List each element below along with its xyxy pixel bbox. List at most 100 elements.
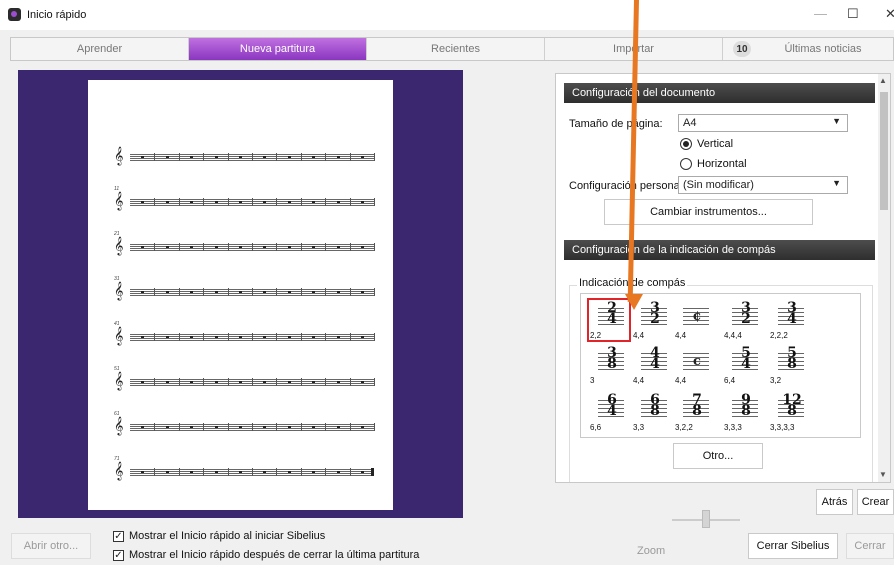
time-sig-option[interactable]: 6 8 3,3: [632, 392, 672, 432]
beam-grouping: 4,4: [675, 376, 687, 385]
treble-clef-icon: 𝄞: [114, 191, 124, 210]
beam-grouping: 2,2,2: [770, 331, 788, 340]
orientation-vertical-radio[interactable]: [680, 138, 692, 150]
orientation-vertical-label: Vertical: [697, 138, 734, 150]
treble-clef-icon: 𝄞: [114, 416, 124, 435]
maximize-button[interactable]: ☐: [847, 6, 859, 22]
measure-number: 71: [114, 456, 120, 462]
time-sig-fraction: 44: [650, 345, 660, 372]
score-staff: 𝄞 61: [114, 411, 375, 435]
time-sig-symbol: c: [693, 354, 701, 369]
score-preview: 𝄞 𝄞 11 𝄞 21 𝄞 31 𝄞 41 𝄞 51 𝄞 61 𝄞 71: [18, 70, 463, 518]
time-sig-option[interactable]: 9 8 3,3,3: [723, 392, 763, 432]
time-sig-option[interactable]: 5 4 6,4: [723, 345, 763, 385]
page-size-label: Tamaño de página:: [569, 118, 663, 130]
time-sig-fraction: 32: [741, 300, 751, 327]
treble-clef-icon: 𝄞: [114, 461, 124, 480]
tab-ultimas-noticias-label: Últimas noticias: [784, 43, 862, 55]
treble-clef-icon: 𝄞: [114, 371, 124, 390]
tab-ultimas-noticias[interactable]: 10 Últimas noticias: [723, 38, 893, 60]
beam-grouping: 3,3,3,3: [770, 423, 795, 432]
tab-bar: Aprender Nueva partitura Recientes Impor…: [10, 37, 894, 61]
close-sibelius-button[interactable]: Cerrar Sibelius: [748, 533, 838, 559]
measure-number: 61: [114, 411, 120, 417]
time-sig-fraction: 98: [741, 392, 751, 419]
score-staff: 𝄞 51: [114, 366, 375, 390]
time-sig-option[interactable]: 38 3: [589, 345, 629, 385]
doc-config-header: Configuración del documento: [564, 83, 875, 103]
beam-grouping: 3,2,2: [675, 423, 693, 432]
change-instruments-button[interactable]: Cambiar instrumentos...: [604, 199, 813, 225]
show-on-start-checkbox[interactable]: ✓: [113, 531, 124, 542]
time-sig-option[interactable]: 3 4 2,2,2: [769, 300, 809, 340]
zoom-slider-thumb[interactable]: [702, 510, 710, 528]
tab-nueva-partitura[interactable]: Nueva partitura: [189, 38, 367, 60]
beam-grouping: 6,4: [724, 376, 736, 385]
score-staff: 𝄞 71: [114, 456, 374, 480]
measure-number: 21: [114, 231, 120, 237]
time-sig-option[interactable]: 7 8 3,2,2: [674, 392, 714, 432]
show-after-close-label: Mostrar el Inicio rápido después de cerr…: [129, 549, 420, 561]
page-size-value: A4: [683, 117, 697, 129]
time-sig-fraction: 54: [741, 345, 751, 372]
title-bar: Inicio rápido — ☐ ✕: [0, 0, 894, 30]
custom-config-select[interactable]: (Sin modificar) ▼: [678, 176, 848, 194]
orientation-horizontal-radio[interactable]: [680, 158, 692, 170]
annotation-arrow-head-icon: [625, 294, 643, 310]
time-sig-grid: 2 4 2,2 3 2 4,4 ¢ 4,4 3 2 4,4,4 3 4 2,2,2 3 8 3 4 4 4,4 c 4,4…: [580, 293, 861, 438]
scrollbar-thumb[interactable]: [880, 92, 888, 210]
close-window-button[interactable]: ✕: [885, 6, 894, 22]
score-staff: 𝄞 31: [114, 276, 375, 300]
measure-number: 51: [114, 366, 120, 372]
beam-grouping: 4,4: [633, 331, 645, 340]
page-size-select[interactable]: A4 ▼: [678, 114, 848, 132]
settings-scrollbar[interactable]: ▲ ▼: [878, 74, 890, 482]
measure-number: 41: [114, 321, 120, 327]
show-on-start-label: Mostrar el Inicio rápido al iniciar Sibe…: [129, 530, 326, 542]
time-sig-fraction: 24: [607, 300, 617, 327]
time-sig-option[interactable]: 6 4 6,6: [589, 392, 629, 432]
minimize-button[interactable]: —: [814, 6, 827, 21]
time-sig-option[interactable]: 5 8 3,2: [769, 345, 809, 385]
zoom-label: Zoom: [637, 545, 666, 557]
custom-config-label: Configuración personal: [569, 180, 683, 192]
custom-config-value: (Sin modificar): [683, 179, 754, 191]
treble-clef-icon: 𝄞: [114, 326, 124, 345]
news-count-badge: 10: [733, 41, 751, 57]
time-sig-option[interactable]: ¢ 4,4: [674, 300, 714, 340]
beam-grouping: 3: [590, 376, 595, 385]
time-sig-option[interactable]: 3 2 4,4,4: [723, 300, 763, 340]
time-sig-option[interactable]: 12 8 3,3,3,3: [769, 392, 809, 432]
treble-clef-icon: 𝄞: [114, 146, 124, 165]
tab-aprender[interactable]: Aprender: [11, 38, 189, 60]
show-after-close-checkbox[interactable]: ✓: [113, 550, 124, 561]
time-sig-fraction: 34: [787, 300, 797, 327]
treble-clef-icon: 𝄞: [114, 236, 124, 255]
dropdown-arrow-icon: ▼: [832, 116, 841, 126]
treble-clef-icon: 𝄞: [114, 281, 124, 300]
other-time-sig-button[interactable]: Otro...: [673, 443, 763, 469]
measure-number: 11: [114, 186, 120, 192]
beam-grouping: 6,6: [590, 423, 602, 432]
time-sig-option[interactable]: 4 4 4,4: [632, 345, 672, 385]
back-button[interactable]: Atrás: [816, 489, 853, 515]
cancel-button[interactable]: Cerrar: [846, 533, 894, 559]
scroll-down-icon[interactable]: ▼: [879, 470, 887, 479]
scroll-up-icon[interactable]: ▲: [879, 76, 887, 85]
beam-grouping: 4,4: [675, 331, 687, 340]
time-sig-fraction: 32: [650, 300, 660, 327]
dropdown-arrow-icon: ▼: [832, 178, 841, 188]
time-sig-option[interactable]: c 4,4: [674, 345, 714, 385]
score-staff: 𝄞: [114, 146, 375, 165]
score-staff: 𝄞 41: [114, 321, 375, 345]
settings-panel: Configuración del documento Tamaño de pá…: [555, 73, 891, 483]
time-sig-option[interactable]: 2 4 2,2: [587, 298, 631, 342]
score-page: 𝄞 𝄞 11 𝄞 21 𝄞 31 𝄞 41 𝄞 51 𝄞 61 𝄞 71: [88, 80, 393, 510]
beam-grouping: 3,3,3: [724, 423, 742, 432]
time-sig-fraction: 58: [787, 345, 797, 372]
beam-grouping: 2,2: [590, 331, 602, 340]
create-button[interactable]: Crear: [857, 489, 894, 515]
tab-recientes[interactable]: Recientes: [367, 38, 545, 60]
beam-grouping: 4,4: [633, 376, 645, 385]
open-other-button[interactable]: Abrir otro...: [11, 533, 91, 559]
